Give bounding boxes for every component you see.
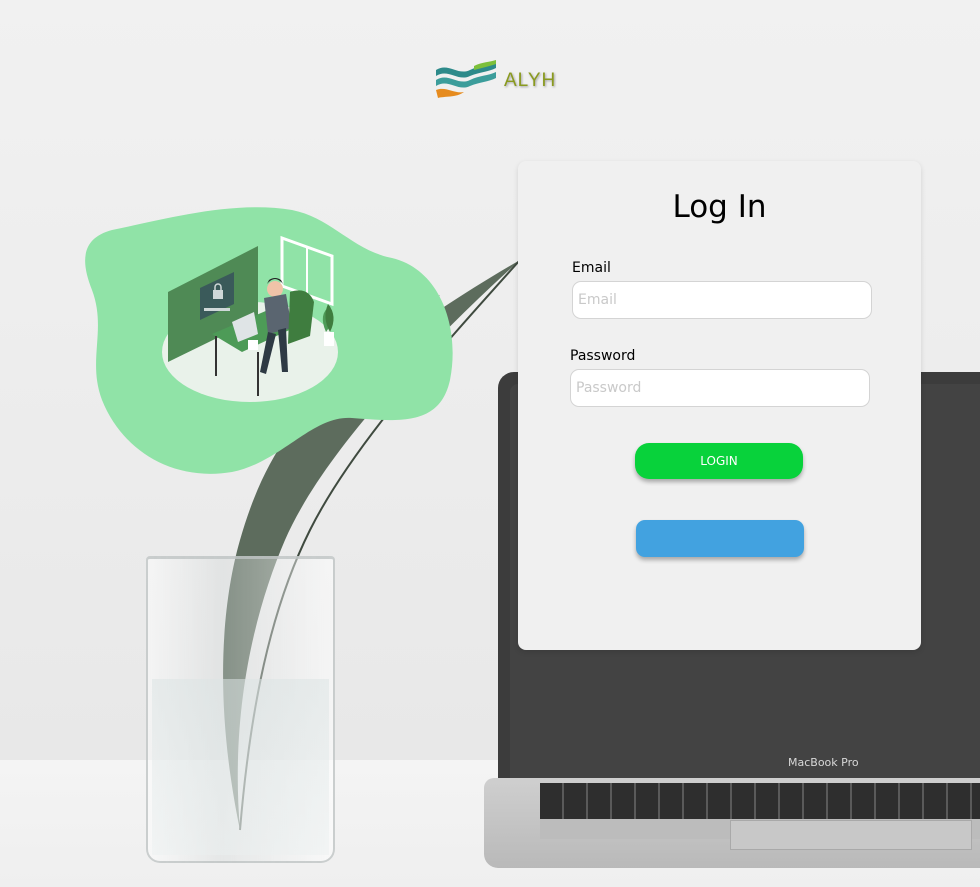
brand-name: ALYH <box>504 70 557 91</box>
laptop-brand-label: MacBook Pro <box>788 756 859 769</box>
login-button[interactable]: LOGIN <box>635 443 803 479</box>
password-field[interactable] <box>570 369 870 407</box>
login-illustration <box>85 207 453 474</box>
email-field[interactable] <box>572 281 872 319</box>
login-title: Log In <box>672 189 767 225</box>
laptop-trackpad <box>730 820 972 850</box>
password-label: Password <box>570 348 636 364</box>
wave-logo-icon <box>436 60 496 98</box>
email-label: Email <box>572 260 611 276</box>
water-glass <box>146 556 335 863</box>
login-card: Log In Email Password LOGIN <box>518 161 921 650</box>
secondary-button[interactable] <box>636 520 804 557</box>
brand-logo[interactable]: ALYH <box>434 60 556 100</box>
laptop-keyboard <box>540 783 980 819</box>
